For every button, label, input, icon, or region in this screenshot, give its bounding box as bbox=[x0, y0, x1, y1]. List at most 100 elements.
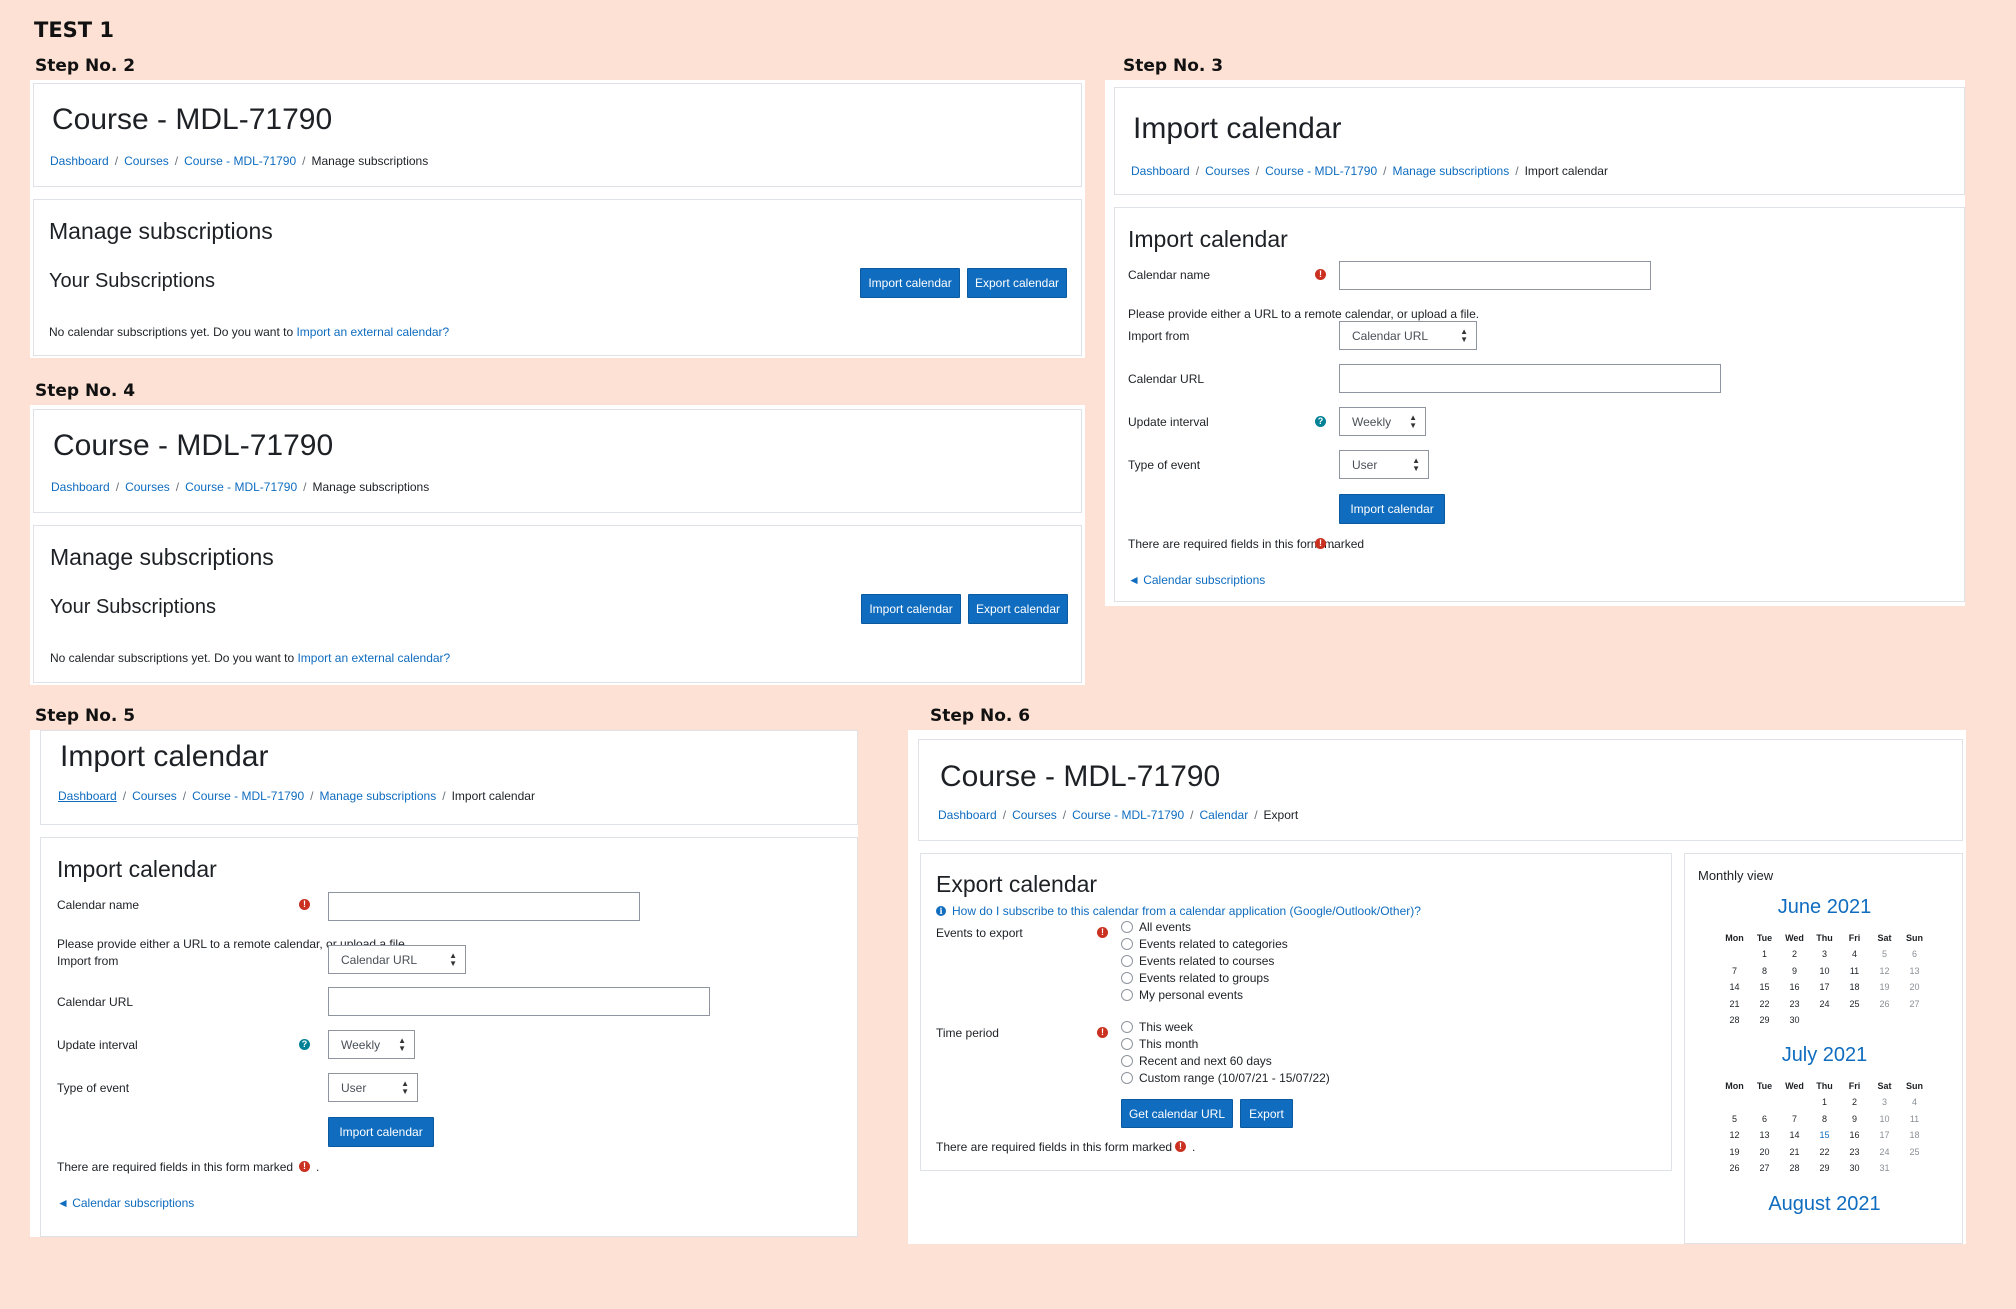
calendar-day[interactable]: 25 bbox=[1900, 1144, 1930, 1161]
breadcrumb-course[interactable]: Course - MDL-71790 bbox=[184, 154, 296, 168]
breadcrumb-dashboard[interactable]: Dashboard bbox=[938, 808, 997, 822]
calendar-day[interactable]: 3 bbox=[1870, 1094, 1900, 1111]
calendar-name-input[interactable] bbox=[1339, 261, 1651, 290]
calendar-day[interactable]: 30 bbox=[1840, 1160, 1870, 1177]
radio-option[interactable]: Recent and next 60 days bbox=[1121, 1052, 1330, 1069]
radio-option[interactable]: This month bbox=[1121, 1035, 1330, 1052]
radio-option[interactable]: All events bbox=[1121, 918, 1288, 935]
calendar-subscriptions-link[interactable]: ◄ Calendar subscriptions bbox=[57, 1196, 194, 1210]
calendar-day[interactable]: 2 bbox=[1840, 1094, 1870, 1111]
calendar-day[interactable]: 28 bbox=[1780, 1160, 1810, 1177]
calendar-day[interactable]: 26 bbox=[1870, 996, 1900, 1013]
calendar-url-input[interactable] bbox=[1339, 364, 1721, 393]
breadcrumb-course[interactable]: Course - MDL-71790 bbox=[1072, 808, 1184, 822]
calendar-day[interactable]: 23 bbox=[1840, 1144, 1870, 1161]
radio-button[interactable] bbox=[1121, 920, 1133, 933]
radio-button[interactable] bbox=[1121, 1020, 1133, 1033]
breadcrumb-course[interactable]: Course - MDL-71790 bbox=[192, 789, 304, 803]
calendar-day[interactable]: 29 bbox=[1750, 1012, 1780, 1029]
calendar-day[interactable]: 15 bbox=[1810, 1127, 1840, 1144]
radio-option[interactable]: Custom range (10/07/21 - 15/07/22) bbox=[1121, 1069, 1330, 1086]
calendar-day[interactable]: 16 bbox=[1840, 1127, 1870, 1144]
calendar-day[interactable]: 14 bbox=[1720, 979, 1750, 996]
calendar-day[interactable]: 2 bbox=[1780, 946, 1810, 963]
breadcrumb-courses[interactable]: Courses bbox=[1012, 808, 1057, 822]
calendar-day[interactable]: 17 bbox=[1870, 1127, 1900, 1144]
import-calendar-button[interactable]: Import calendar bbox=[860, 268, 960, 298]
calendar-day[interactable]: 7 bbox=[1720, 963, 1750, 980]
calendar-day[interactable]: 20 bbox=[1750, 1144, 1780, 1161]
calendar-day[interactable]: 21 bbox=[1720, 996, 1750, 1013]
import-calendar-button[interactable]: Import calendar bbox=[861, 594, 961, 624]
subscribe-help-link[interactable]: i How do I subscribe to this calendar fr… bbox=[936, 904, 1421, 918]
import-calendar-submit[interactable]: Import calendar bbox=[328, 1117, 434, 1147]
update-interval-select[interactable]: Weekly ▲ ▼ bbox=[328, 1030, 415, 1059]
radio-button[interactable] bbox=[1121, 1054, 1133, 1067]
calendar-day[interactable]: 14 bbox=[1780, 1127, 1810, 1144]
calendar-day[interactable]: 8 bbox=[1750, 963, 1780, 980]
export-button[interactable]: Export bbox=[1240, 1099, 1293, 1128]
calendar-subscriptions-link[interactable]: ◄ Calendar subscriptions bbox=[1128, 573, 1265, 587]
calendar-day[interactable]: 30 bbox=[1780, 1012, 1810, 1029]
import-external-link[interactable]: Import an external calendar? bbox=[297, 651, 450, 665]
calendar-day[interactable]: 13 bbox=[1750, 1127, 1780, 1144]
calendar-url-input[interactable] bbox=[328, 987, 710, 1016]
radio-option[interactable]: My personal events bbox=[1121, 986, 1288, 1003]
breadcrumb-dashboard[interactable]: Dashboard bbox=[58, 789, 117, 803]
calendar-day[interactable]: 23 bbox=[1780, 996, 1810, 1013]
breadcrumb-dashboard[interactable]: Dashboard bbox=[51, 480, 110, 494]
import-external-link[interactable]: Import an external calendar? bbox=[296, 325, 449, 339]
calendar-day[interactable]: 8 bbox=[1810, 1111, 1840, 1128]
calendar-day[interactable]: 12 bbox=[1870, 963, 1900, 980]
month-title[interactable]: June 2021 bbox=[1685, 896, 1962, 919]
type-of-event-select[interactable]: User ▲ ▼ bbox=[328, 1073, 418, 1102]
breadcrumb-manage[interactable]: Manage subscriptions bbox=[1393, 164, 1510, 178]
radio-button[interactable] bbox=[1121, 1071, 1133, 1084]
calendar-day[interactable]: 16 bbox=[1780, 979, 1810, 996]
calendar-day[interactable]: 7 bbox=[1780, 1111, 1810, 1128]
breadcrumb-courses[interactable]: Courses bbox=[125, 480, 170, 494]
import-from-select[interactable]: Calendar URL ▲ ▼ bbox=[328, 945, 466, 974]
calendar-day[interactable]: 1 bbox=[1750, 946, 1780, 963]
calendar-day[interactable]: 3 bbox=[1810, 946, 1840, 963]
calendar-day[interactable]: 19 bbox=[1870, 979, 1900, 996]
calendar-day[interactable]: 9 bbox=[1780, 963, 1810, 980]
calendar-day[interactable]: 11 bbox=[1840, 963, 1870, 980]
calendar-day[interactable]: 18 bbox=[1840, 979, 1870, 996]
breadcrumb-courses[interactable]: Courses bbox=[132, 789, 177, 803]
get-calendar-url-button[interactable]: Get calendar URL bbox=[1121, 1099, 1233, 1128]
calendar-day[interactable]: 12 bbox=[1720, 1127, 1750, 1144]
calendar-day[interactable]: 6 bbox=[1750, 1111, 1780, 1128]
calendar-day[interactable]: 29 bbox=[1810, 1160, 1840, 1177]
export-calendar-button[interactable]: Export calendar bbox=[968, 594, 1068, 624]
breadcrumb-course[interactable]: Course - MDL-71790 bbox=[185, 480, 297, 494]
calendar-day[interactable]: 25 bbox=[1840, 996, 1870, 1013]
import-from-select[interactable]: Calendar URL ▲ ▼ bbox=[1339, 321, 1477, 350]
radio-option[interactable]: Events related to groups bbox=[1121, 969, 1288, 986]
calendar-day[interactable]: 27 bbox=[1750, 1160, 1780, 1177]
calendar-day[interactable]: 4 bbox=[1840, 946, 1870, 963]
breadcrumb-courses[interactable]: Courses bbox=[1205, 164, 1250, 178]
radio-button[interactable] bbox=[1121, 1037, 1133, 1050]
calendar-day[interactable]: 5 bbox=[1720, 1111, 1750, 1128]
import-calendar-submit[interactable]: Import calendar bbox=[1339, 494, 1445, 524]
calendar-day[interactable]: 18 bbox=[1900, 1127, 1930, 1144]
radio-option[interactable]: Events related to categories bbox=[1121, 935, 1288, 952]
export-calendar-button[interactable]: Export calendar bbox=[967, 268, 1067, 298]
calendar-day[interactable]: 28 bbox=[1720, 1012, 1750, 1029]
breadcrumb-courses[interactable]: Courses bbox=[124, 154, 169, 168]
calendar-day[interactable]: 21 bbox=[1780, 1144, 1810, 1161]
month-title[interactable]: July 2021 bbox=[1685, 1044, 1962, 1067]
calendar-day[interactable]: 24 bbox=[1810, 996, 1840, 1013]
type-of-event-select[interactable]: User ▲ ▼ bbox=[1339, 450, 1429, 479]
breadcrumb-dashboard[interactable]: Dashboard bbox=[50, 154, 109, 168]
calendar-day[interactable]: 1 bbox=[1810, 1094, 1840, 1111]
breadcrumb-dashboard[interactable]: Dashboard bbox=[1131, 164, 1190, 178]
month-title[interactable]: August 2021 bbox=[1685, 1193, 1962, 1216]
calendar-day[interactable]: 9 bbox=[1840, 1111, 1870, 1128]
calendar-name-input[interactable] bbox=[328, 892, 640, 921]
radio-option[interactable]: Events related to courses bbox=[1121, 952, 1288, 969]
help-icon[interactable]: ? bbox=[1315, 416, 1326, 427]
breadcrumb-calendar[interactable]: Calendar bbox=[1200, 808, 1249, 822]
breadcrumb-manage[interactable]: Manage subscriptions bbox=[320, 789, 437, 803]
